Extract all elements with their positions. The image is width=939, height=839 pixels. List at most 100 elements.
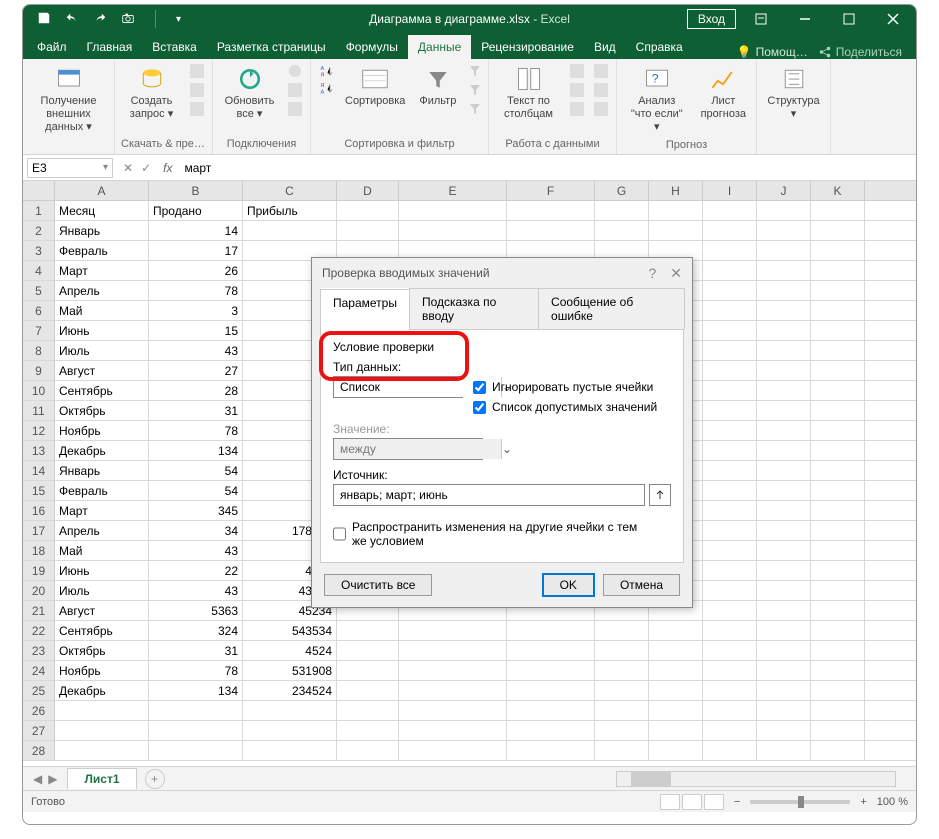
- cell[interactable]: Прибыль: [243, 201, 337, 220]
- flash-fill-button[interactable]: [568, 63, 586, 79]
- cell[interactable]: [757, 481, 811, 500]
- cell[interactable]: [703, 521, 757, 540]
- zoom-level[interactable]: 100 %: [877, 796, 908, 808]
- cell[interactable]: [703, 561, 757, 580]
- tab-home[interactable]: Главная: [77, 35, 143, 59]
- cell[interactable]: Декабрь: [55, 681, 149, 700]
- cell[interactable]: Январь: [55, 221, 149, 240]
- advanced-button[interactable]: [466, 101, 484, 117]
- cell[interactable]: [757, 321, 811, 340]
- row-header[interactable]: 1: [23, 201, 55, 220]
- tab-view[interactable]: Вид: [584, 35, 626, 59]
- cell[interactable]: 234524: [243, 681, 337, 700]
- cell[interactable]: [399, 621, 507, 640]
- cell[interactable]: [595, 661, 649, 680]
- cell[interactable]: 134: [149, 441, 243, 460]
- cell[interactable]: 43: [149, 581, 243, 600]
- cell[interactable]: [703, 401, 757, 420]
- cell[interactable]: [703, 421, 757, 440]
- cell[interactable]: [811, 281, 865, 300]
- cell[interactable]: Ноябрь: [55, 661, 149, 680]
- cell[interactable]: [811, 401, 865, 420]
- cancel-button[interactable]: Отмена: [603, 574, 680, 596]
- column-header[interactable]: D: [337, 181, 399, 200]
- cell[interactable]: [811, 481, 865, 500]
- horizontal-scrollbar[interactable]: [616, 771, 896, 787]
- cell[interactable]: [703, 661, 757, 680]
- cell[interactable]: [757, 601, 811, 620]
- share-button[interactable]: Поделиться: [812, 45, 908, 59]
- get-external-data-button[interactable]: Получение внешних данных ▾: [29, 63, 108, 137]
- forecast-sheet-button[interactable]: Лист прогноза: [697, 63, 750, 123]
- cell[interactable]: [337, 661, 399, 680]
- cell[interactable]: [703, 541, 757, 560]
- ribbon-options-icon[interactable]: [742, 5, 780, 33]
- cell[interactable]: [811, 441, 865, 460]
- cell[interactable]: [507, 221, 595, 240]
- maximize-icon[interactable]: [830, 5, 868, 33]
- cell[interactable]: [811, 261, 865, 280]
- cell[interactable]: [811, 501, 865, 520]
- cell[interactable]: [757, 461, 811, 480]
- reapply-button[interactable]: [466, 82, 484, 98]
- cell[interactable]: Май: [55, 541, 149, 560]
- cell[interactable]: [649, 661, 703, 680]
- cell[interactable]: 54: [149, 461, 243, 480]
- tab-help[interactable]: Справка: [626, 35, 693, 59]
- cell[interactable]: [337, 681, 399, 700]
- tab-review[interactable]: Рецензирование: [471, 35, 584, 59]
- cell[interactable]: [399, 661, 507, 680]
- cell[interactable]: 34: [149, 521, 243, 540]
- cell[interactable]: [703, 681, 757, 700]
- dialog-tab-error[interactable]: Сообщение об ошибке: [538, 288, 685, 329]
- cell[interactable]: [595, 221, 649, 240]
- cell[interactable]: Октябрь: [55, 401, 149, 420]
- row-header[interactable]: 5: [23, 281, 55, 300]
- text-to-columns-button[interactable]: Текст по столбцам: [495, 63, 562, 123]
- cell[interactable]: Март: [55, 261, 149, 280]
- row-header[interactable]: 19: [23, 561, 55, 580]
- view-pagebreak-button[interactable]: [704, 794, 724, 810]
- cell[interactable]: [757, 221, 811, 240]
- cell[interactable]: Месяц: [55, 201, 149, 220]
- cell[interactable]: [595, 641, 649, 660]
- cell[interactable]: [811, 321, 865, 340]
- cell[interactable]: [757, 621, 811, 640]
- cell[interactable]: [811, 421, 865, 440]
- data-validation-button[interactable]: [568, 101, 586, 117]
- cell[interactable]: [649, 621, 703, 640]
- cell[interactable]: Май: [55, 301, 149, 320]
- row-header[interactable]: 13: [23, 441, 55, 460]
- cell[interactable]: [757, 441, 811, 460]
- cell[interactable]: [757, 581, 811, 600]
- show-queries-button[interactable]: [188, 63, 206, 79]
- cell[interactable]: 3: [149, 301, 243, 320]
- cell[interactable]: [703, 301, 757, 320]
- dialog-close-icon[interactable]: ✕: [670, 265, 682, 282]
- cell[interactable]: 78: [149, 421, 243, 440]
- cell[interactable]: [595, 681, 649, 700]
- cell[interactable]: [757, 241, 811, 260]
- cell[interactable]: [337, 621, 399, 640]
- undo-icon[interactable]: [65, 11, 79, 28]
- cell[interactable]: [703, 261, 757, 280]
- cell[interactable]: [811, 641, 865, 660]
- cell[interactable]: [703, 361, 757, 380]
- cell[interactable]: [703, 381, 757, 400]
- cell[interactable]: [337, 221, 399, 240]
- row-header[interactable]: 21: [23, 601, 55, 620]
- cell[interactable]: [757, 641, 811, 660]
- row-header[interactable]: 3: [23, 241, 55, 260]
- cell[interactable]: 43: [149, 541, 243, 560]
- row-header[interactable]: 4: [23, 261, 55, 280]
- cell[interactable]: [757, 381, 811, 400]
- cell[interactable]: [811, 541, 865, 560]
- cell[interactable]: 31: [149, 401, 243, 420]
- cell[interactable]: [757, 661, 811, 680]
- cell[interactable]: [703, 221, 757, 240]
- cell[interactable]: 324: [149, 621, 243, 640]
- cell[interactable]: [811, 301, 865, 320]
- cell[interactable]: 78: [149, 661, 243, 680]
- cell[interactable]: [703, 281, 757, 300]
- cell[interactable]: Сентябрь: [55, 621, 149, 640]
